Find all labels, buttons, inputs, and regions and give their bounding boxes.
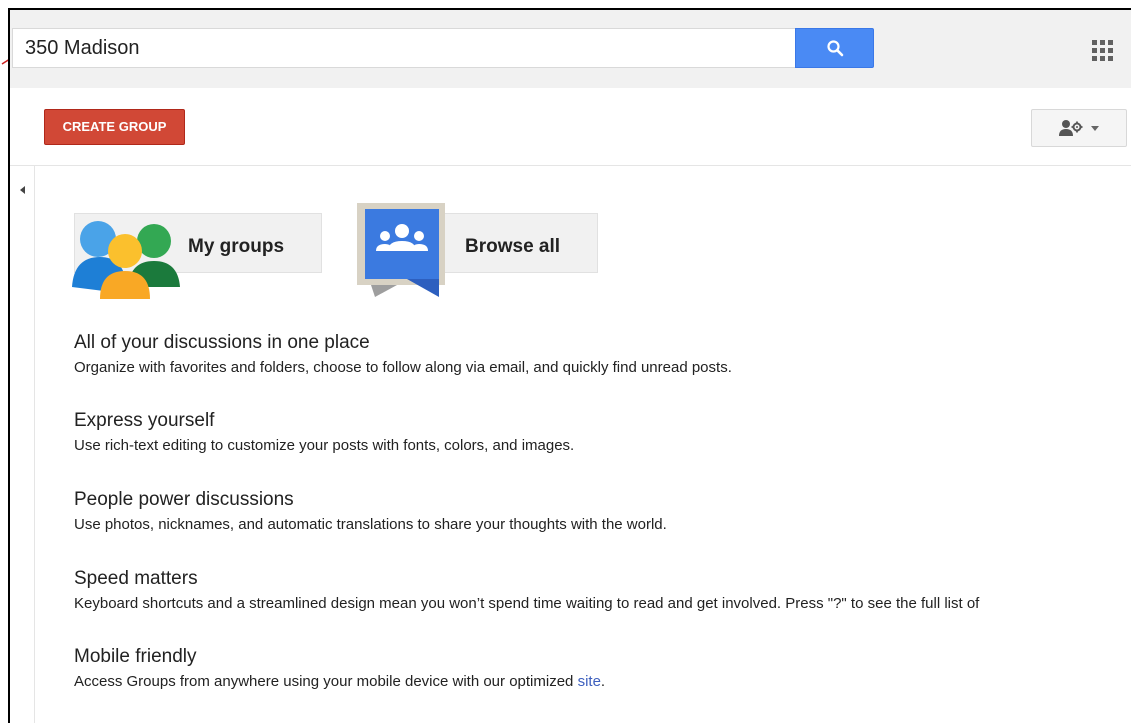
feature-description: Keyboard shortcuts and a streamlined des…	[74, 595, 980, 612]
feature-speed: Speed matters Keyboard shortcuts and a s…	[74, 567, 1131, 615]
search-input[interactable]	[12, 28, 796, 68]
browse-all-groups-icon	[357, 203, 445, 297]
group-settings-button[interactable]	[1031, 109, 1127, 147]
feature-mobile: Mobile friendly Access Groups from anywh…	[74, 645, 1131, 693]
people-settings-icon	[1059, 120, 1083, 136]
feature-discussions: All of your discussions in one place Org…	[74, 331, 1131, 379]
app-frame: CREATE GROUP	[8, 8, 1131, 723]
feature-title: Speed matters	[74, 568, 198, 589]
feature-express: Express yourself Use rich-text editing t…	[74, 409, 1131, 457]
feature-description: Access Groups from anywhere using your m…	[74, 671, 1131, 693]
feature-description-period: .	[600, 673, 606, 690]
mobile-site-link[interactable]: site	[578, 673, 601, 690]
feature-description: Use rich-text editing to customize your …	[74, 437, 575, 454]
create-group-button[interactable]: CREATE GROUP	[44, 109, 185, 145]
search-button[interactable]	[795, 28, 874, 68]
my-groups-label: My groups	[188, 236, 285, 257]
feature-description: Organize with favorites and folders, cho…	[74, 359, 732, 376]
feature-people-power: People power discussions Use photos, nic…	[74, 488, 1131, 536]
feature-description: Use photos, nicknames, and automatic tra…	[74, 516, 667, 533]
feature-title: People power discussions	[74, 489, 294, 510]
feature-title: Express yourself	[74, 410, 215, 431]
feature-description-text: Access Groups from anywhere using your m…	[74, 673, 574, 690]
feature-title: Mobile friendly	[74, 646, 197, 667]
toolbar: CREATE GROUP	[10, 88, 1131, 166]
search-icon	[826, 40, 843, 57]
browse-all-label: Browse all	[465, 236, 561, 257]
feature-title: All of your discussions in one place	[74, 332, 370, 353]
left-rail	[10, 166, 35, 723]
top-bar	[10, 10, 1131, 88]
caret-down-icon	[1091, 125, 1099, 131]
apps-grid-icon[interactable]	[1090, 38, 1116, 64]
my-groups-people-icon	[72, 221, 180, 299]
caret-left-icon[interactable]	[18, 180, 28, 200]
